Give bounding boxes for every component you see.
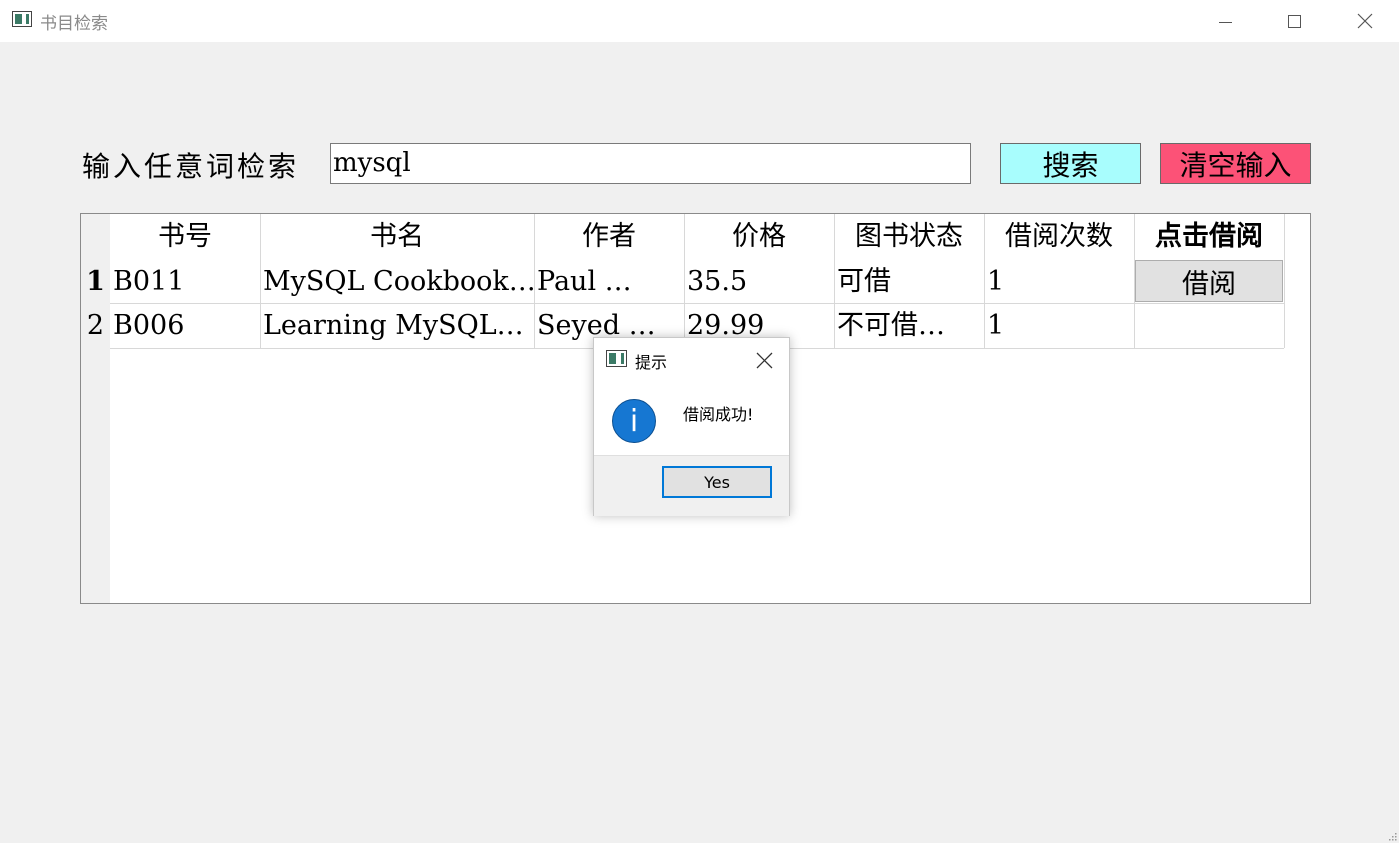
table-cell[interactable]: 不可借… bbox=[834, 304, 984, 348]
table-cell[interactable]: 1 bbox=[984, 260, 1134, 304]
title-bar: 书目检索 bbox=[0, 0, 1399, 42]
resize-grip-icon[interactable] bbox=[1387, 831, 1397, 841]
info-icon: i bbox=[612, 399, 656, 443]
borrow-button[interactable]: 借阅 bbox=[1135, 260, 1283, 302]
dialog-title: 提示 bbox=[635, 353, 668, 372]
clear-input-button[interactable]: 清空输入 bbox=[1160, 143, 1311, 184]
minimize-icon bbox=[1218, 21, 1232, 23]
table-cell[interactable] bbox=[1134, 304, 1284, 348]
table-cell[interactable]: 可借 bbox=[834, 260, 984, 304]
column-header-book-id[interactable]: 书号 bbox=[110, 214, 260, 260]
dialog-message: 借阅成功! bbox=[683, 405, 754, 424]
column-header-price[interactable]: 价格 bbox=[684, 214, 834, 260]
table-cell[interactable]: Paul … bbox=[534, 260, 684, 304]
grid-line bbox=[110, 303, 1284, 304]
grid-line bbox=[534, 214, 535, 348]
maximize-icon bbox=[1287, 14, 1301, 28]
table-cell[interactable]: Learning MySQL… bbox=[260, 304, 534, 348]
row-header-2[interactable]: 2 bbox=[81, 304, 110, 348]
column-header-borrow-action[interactable]: 点击借阅 bbox=[1134, 214, 1284, 260]
search-button[interactable]: 搜索 bbox=[1000, 143, 1141, 184]
column-header-borrow-count[interactable]: 借阅次数 bbox=[984, 214, 1134, 260]
close-icon bbox=[1357, 13, 1373, 29]
grid-line bbox=[984, 214, 985, 348]
table-cell[interactable]: B006 bbox=[110, 304, 260, 348]
grid-line bbox=[834, 214, 835, 348]
search-input[interactable]: mysql bbox=[330, 143, 971, 184]
column-header-author[interactable]: 作者 bbox=[534, 214, 684, 260]
table-cell[interactable]: MySQL Cookbook… bbox=[260, 260, 534, 304]
close-icon bbox=[756, 352, 772, 368]
dialog-close-button[interactable] bbox=[752, 348, 776, 372]
search-label: 输入任意词检索 bbox=[82, 150, 300, 183]
window-title: 书目检索 bbox=[40, 14, 108, 34]
grid-line bbox=[260, 214, 261, 348]
minimize-button[interactable] bbox=[1190, 0, 1260, 42]
grid-line bbox=[1284, 214, 1285, 348]
close-window-button[interactable] bbox=[1330, 0, 1399, 42]
column-header-title[interactable]: 书名 bbox=[260, 214, 534, 260]
row-header-1[interactable]: 1 bbox=[81, 260, 110, 304]
table-cell[interactable]: 35.5 bbox=[684, 260, 834, 304]
table-cell[interactable]: B011 bbox=[110, 260, 260, 304]
message-dialog: 提示 i 借阅成功! Yes bbox=[593, 337, 790, 516]
grid-line bbox=[684, 214, 685, 348]
dialog-footer: Yes bbox=[594, 455, 789, 516]
grid-line bbox=[1134, 214, 1135, 348]
column-header-status[interactable]: 图书状态 bbox=[834, 214, 984, 260]
app-window-icon bbox=[12, 11, 32, 27]
maximize-button[interactable] bbox=[1259, 0, 1329, 42]
app-window-icon bbox=[606, 350, 627, 367]
table-cell[interactable]: 1 bbox=[984, 304, 1134, 348]
yes-button[interactable]: Yes bbox=[662, 466, 772, 498]
